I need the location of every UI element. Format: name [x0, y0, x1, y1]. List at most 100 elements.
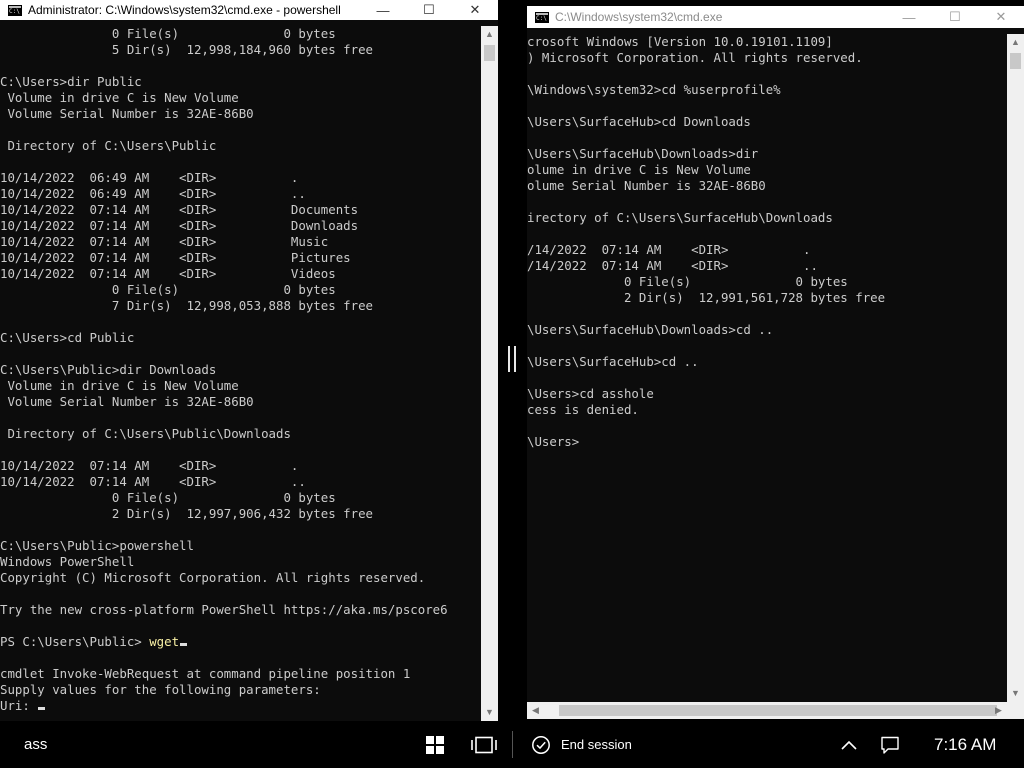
- console-line: ) Microsoft Corporation. All rights rese…: [527, 50, 863, 65]
- start-icon: [426, 735, 444, 754]
- maximize-button[interactable]: ☐: [406, 0, 452, 20]
- console-line: \Users\SurfaceHub>cd Downloads: [527, 114, 751, 129]
- scroll-left-arrow-icon[interactable]: ◀: [527, 702, 544, 719]
- show-hidden-icons-button[interactable]: [840, 721, 858, 768]
- start-button[interactable]: [426, 721, 444, 768]
- search-text: ass: [24, 736, 48, 753]
- powershell-window[interactable]: Administrator: C:\Windows\system32\cmd.e…: [0, 0, 498, 721]
- console-line: cess is denied.: [527, 402, 639, 417]
- minimize-button[interactable]: —: [886, 7, 932, 27]
- console-line: Try the new cross-platform PowerShell ht…: [0, 602, 448, 617]
- scroll-right-arrow-icon[interactable]: ▶: [990, 702, 1007, 719]
- console-line: 10/14/2022 06:49 AM <DIR> .: [0, 170, 299, 185]
- scroll-thumb[interactable]: [1010, 53, 1021, 69]
- scrollbar-corner: [1007, 702, 1024, 719]
- notifications-icon: [881, 736, 899, 754]
- console-line: 0 File(s) 0 bytes: [527, 274, 848, 289]
- left-window-title: Administrator: C:\Windows\system32\cmd.e…: [28, 3, 341, 17]
- console-line: 10/14/2022 06:49 AM <DIR> ..: [0, 186, 306, 201]
- console-line: Volume in drive C is New Volume: [0, 378, 239, 393]
- right-window-titlebar[interactable]: C:\Windows\system32\cmd.exe — ☐ ✕: [527, 6, 1024, 28]
- close-button[interactable]: ✕: [452, 0, 498, 20]
- console-line: C:\Users>cd Public: [0, 330, 135, 345]
- console-line: 0 File(s) 0 bytes: [0, 26, 336, 41]
- close-button[interactable]: ✕: [978, 7, 1024, 27]
- console-line: Volume in drive C is New Volume: [0, 90, 239, 105]
- right-vertical-scrollbar[interactable]: ▲ ▼: [1007, 34, 1024, 702]
- console-line: \Users\SurfaceHub\Downloads>dir: [527, 146, 759, 161]
- cmd-app-icon: [8, 4, 22, 16]
- console-line: 10/14/2022 07:14 AM <DIR> Downloads: [0, 218, 359, 233]
- end-session-button[interactable]: End session: [531, 721, 632, 768]
- scroll-up-arrow-icon[interactable]: ▲: [1007, 34, 1024, 51]
- split-view-handle[interactable]: [508, 346, 516, 372]
- console-line: Copyright (C) Microsoft Corporation. All…: [0, 570, 426, 585]
- console-line: 5 Dir(s) 12,998,184,960 bytes free: [0, 42, 373, 57]
- console-line: \Users\SurfaceHub\Downloads>cd ..: [527, 322, 774, 337]
- notifications-button[interactable]: [880, 721, 900, 768]
- console-line: Directory of C:\Users\Public\Downloads: [0, 426, 291, 441]
- console-line: 10/14/2022 07:14 AM <DIR> Music: [0, 234, 329, 249]
- console-line: 0 File(s) 0 bytes: [0, 282, 336, 297]
- right-window-title: C:\Windows\system32\cmd.exe: [555, 10, 723, 24]
- cmd-app-icon: [535, 11, 549, 23]
- text-cursor: [38, 707, 46, 710]
- console-line: \Users>: [527, 434, 580, 449]
- minimize-button[interactable]: —: [360, 0, 406, 20]
- horizontal-scroll-thumb[interactable]: [559, 705, 997, 716]
- cmd-window[interactable]: C:\Windows\system32\cmd.exe — ☐ ✕ crosof…: [527, 6, 1024, 719]
- console-line: 2 Dir(s) 12,997,906,432 bytes free: [0, 506, 373, 521]
- console-line: /14/2022 07:14 AM <DIR> ..: [527, 258, 818, 273]
- console-line: 10/14/2022 07:14 AM <DIR> Videos: [0, 266, 336, 281]
- console-line: \Users>cd asshole: [527, 386, 654, 401]
- console-line: 10/14/2022 07:14 AM <DIR> .: [0, 458, 299, 473]
- cmd-console-output[interactable]: crosoft Windows [Version 10.0.19101.1109…: [527, 34, 885, 450]
- console-line: 2 Dir(s) 12,991,561,728 bytes free: [527, 290, 886, 305]
- console-line: 0 File(s) 0 bytes: [0, 490, 336, 505]
- console-line: 7 Dir(s) 12,998,053,888 bytes free: [0, 298, 373, 313]
- scroll-thumb[interactable]: [484, 45, 495, 61]
- scroll-down-arrow-icon[interactable]: ▼: [481, 704, 498, 721]
- uri-prompt: Uri:: [0, 698, 38, 713]
- powershell-console-output[interactable]: 0 File(s) 0 bytes 5 Dir(s) 12,998,184,96…: [0, 26, 448, 714]
- task-view-button[interactable]: [471, 721, 497, 768]
- console-line: \Windows\system32>cd %userprofile%: [527, 82, 781, 97]
- console-line: PS C:\Users\Public> wget: [0, 634, 448, 650]
- scroll-up-arrow-icon[interactable]: ▲: [481, 26, 498, 43]
- console-line: olume in drive C is New Volume: [527, 162, 751, 177]
- chevron-up-icon: [841, 740, 857, 750]
- console-line: C:\Users>dir Public: [0, 74, 142, 89]
- scroll-down-arrow-icon[interactable]: ▼: [1007, 685, 1024, 702]
- taskbar-divider: [512, 731, 513, 758]
- console-line: 10/14/2022 07:14 AM <DIR> ..: [0, 474, 306, 489]
- console-line: Supply values for the following paramete…: [0, 682, 321, 697]
- search-box[interactable]: ass: [24, 721, 47, 768]
- console-line: \Users\SurfaceHub>cd ..: [527, 354, 699, 369]
- prompt-text: PS C:\Users\Public>: [0, 634, 150, 649]
- clock[interactable]: 7:16 AM: [934, 721, 996, 768]
- typed-command: wget: [149, 634, 180, 649]
- console-line: 10/14/2022 07:14 AM <DIR> Documents: [0, 202, 359, 217]
- clock-time: 7:16 AM: [934, 734, 997, 754]
- left-vertical-scrollbar[interactable]: ▲ ▼: [481, 26, 498, 721]
- maximize-button[interactable]: ☐: [932, 7, 978, 27]
- console-line: Uri:: [0, 698, 448, 714]
- left-window-titlebar[interactable]: Administrator: C:\Windows\system32\cmd.e…: [0, 0, 498, 20]
- right-horizontal-scrollbar[interactable]: ◀ ▶: [527, 702, 1007, 719]
